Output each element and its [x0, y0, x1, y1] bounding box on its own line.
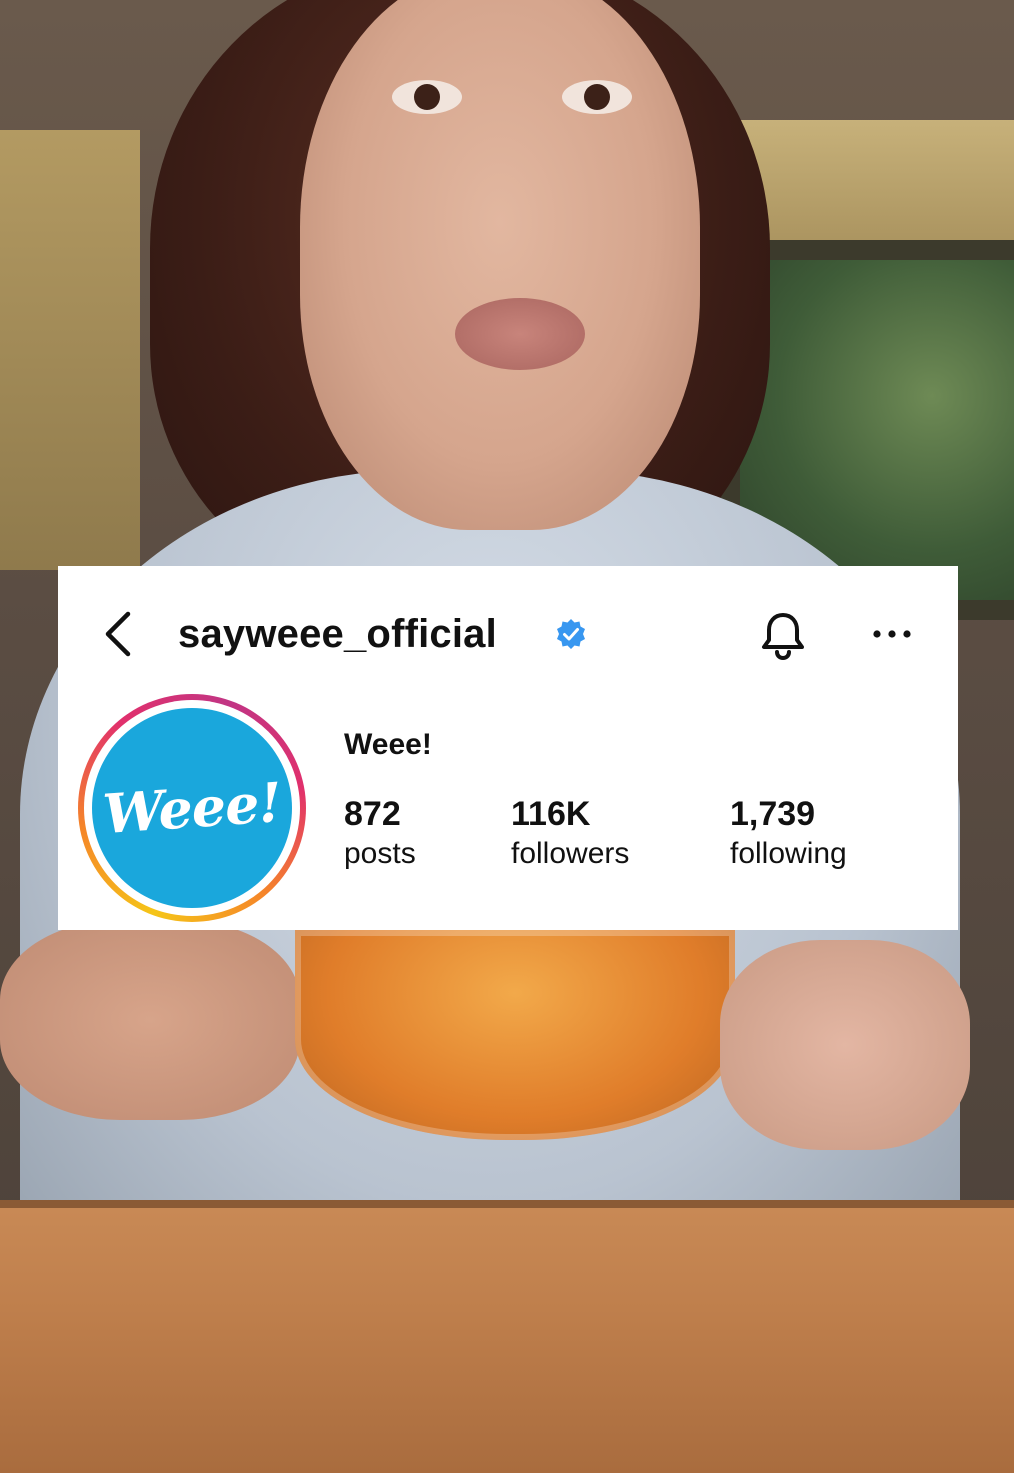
person-mouth [455, 298, 585, 370]
profile-display-name: Weee! [344, 728, 432, 761]
posts-count[interactable]: 872 posts [344, 794, 416, 874]
following-value: 1,739 [730, 795, 816, 833]
soup-bowl [295, 930, 735, 1140]
brand-logo: Weee! [100, 769, 284, 847]
verified-badge-icon [555, 618, 587, 650]
person-eye [392, 80, 462, 114]
more-horizontal-icon [873, 630, 911, 638]
following-label: following [730, 837, 847, 870]
background-wall [0, 130, 140, 570]
bell-icon [762, 613, 804, 661]
person-hand [720, 940, 970, 1150]
profile-header: sayweee_official [58, 566, 958, 706]
posts-value: 872 [344, 795, 401, 833]
posts-label: posts [344, 837, 416, 870]
avatar: Weee! [92, 708, 292, 908]
notifications-button[interactable] [758, 610, 808, 662]
profile-avatar-story-ring[interactable]: Weee! [78, 694, 306, 922]
profile-username: sayweee_official [178, 612, 497, 656]
table-edge [0, 1200, 1014, 1208]
followers-label: followers [511, 837, 630, 870]
chevron-left-icon [105, 611, 131, 657]
more-options-button[interactable] [870, 624, 914, 644]
followers-count[interactable]: 116K followers [511, 794, 629, 874]
back-button[interactable] [98, 610, 138, 658]
following-count[interactable]: 1,739 following [730, 794, 847, 874]
person-face [300, 0, 700, 530]
profile-card: sayweee_official Weee! Weee! 872 posts 1… [58, 566, 958, 930]
followers-value: 116K [511, 795, 591, 833]
person-hand [0, 920, 300, 1120]
wooden-table [0, 1200, 1014, 1473]
person-eye [562, 80, 632, 114]
